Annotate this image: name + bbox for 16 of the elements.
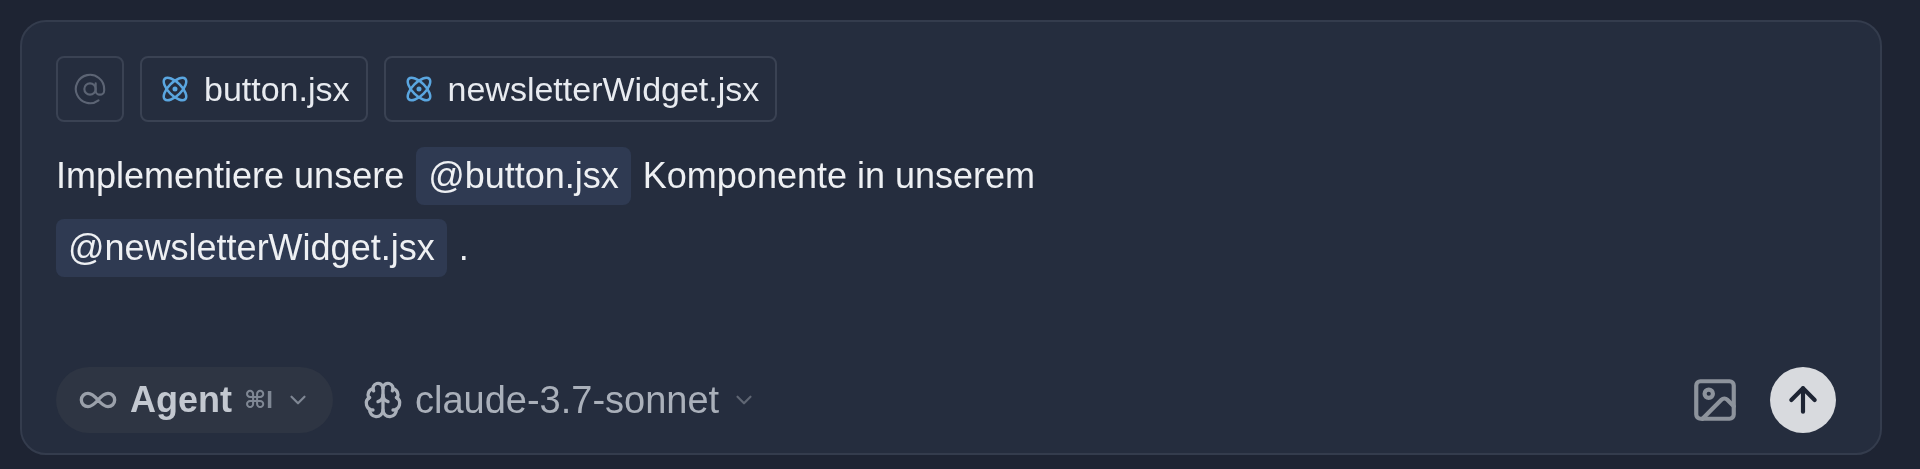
file-name: button.jsx xyxy=(204,69,350,109)
atom-icon xyxy=(403,74,434,104)
mode-dropdown[interactable]: Agent ⌘I xyxy=(56,367,333,433)
prompt-text: . xyxy=(458,227,469,269)
file-mention[interactable]: @button.jsx xyxy=(416,147,631,205)
prompt-text: Komponente in unserem xyxy=(642,155,1036,197)
brain-icon xyxy=(362,380,403,420)
file-chip[interactable]: newsletterWidget.jsx xyxy=(383,56,778,122)
prompt-text: Implementiere unsere xyxy=(56,155,405,197)
file-chip[interactable]: button.jsx xyxy=(140,56,368,122)
mention-button[interactable] xyxy=(56,56,124,122)
atom-icon xyxy=(160,74,190,104)
model-dropdown[interactable]: claude-3.7-sonnet xyxy=(362,378,758,422)
at-icon xyxy=(73,72,107,106)
file-name: newsletterWidget.jsx xyxy=(447,69,760,109)
file-mention[interactable]: @newsletterWidget.jsx xyxy=(56,219,447,277)
